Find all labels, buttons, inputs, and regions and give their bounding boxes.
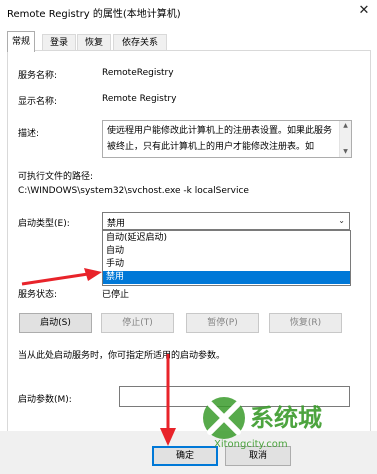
service-status-label: 服务状态:	[18, 290, 58, 300]
svg-text:系统城: 系统城	[250, 404, 322, 432]
description-scrollbar[interactable]: ▲ ▼	[339, 121, 351, 157]
exe-path-value: C:\WINDOWS\system32\svchost.exe -k local…	[18, 186, 249, 196]
resume-button[interactable]: 恢复(R)	[269, 313, 342, 333]
title-bar: Remote Registry 的属性(本地计算机) ✕	[0, 0, 377, 24]
tab-logon[interactable]: 登录	[42, 34, 76, 51]
start-params-hint: 当从此处启动服务时，你可指定所适用的启动参数。	[18, 351, 226, 361]
display-name-label: 显示名称:	[18, 97, 58, 107]
start-params-label: 启动参数(M):	[18, 395, 72, 405]
startup-type-label: 启动类型(E):	[18, 219, 70, 229]
description-box[interactable]: 使远程用户能修改此计算机上的注册表设置。如果此服务被终止，只有此计算机上的用户才…	[102, 120, 352, 158]
scroll-down-icon[interactable]: ▼	[340, 147, 351, 157]
startup-option-manual[interactable]: 手动	[103, 258, 350, 271]
tab-general[interactable]: 常规	[7, 31, 35, 52]
watermark-logo: 系统城 Xitongcity.com	[196, 394, 346, 450]
description-text: 使远程用户能修改此计算机上的注册表设置。如果此服务被终止，只有此计算机上的用户才…	[107, 126, 333, 152]
window-title: Remote Registry 的属性(本地计算机)	[7, 9, 181, 20]
startup-type-dropdown: 自动(延迟启动) 自动 手动 禁用	[102, 230, 351, 286]
pause-button[interactable]: 暂停(P)	[186, 313, 259, 333]
watermark-emblem: 系统城 Xitongcity.com	[203, 397, 322, 450]
description-label: 描述:	[18, 129, 40, 139]
tab-recovery[interactable]: 恢复	[77, 34, 111, 51]
start-button[interactable]: 启动(S)	[19, 313, 92, 333]
tab-dependencies[interactable]: 依存关系	[113, 34, 167, 51]
startup-option-auto-delayed[interactable]: 自动(延迟启动)	[103, 232, 350, 245]
exe-path-label: 可执行文件的路径:	[18, 172, 94, 182]
svg-text:Xitongcity.com: Xitongcity.com	[214, 439, 288, 450]
startup-type-select[interactable]: 禁用 ⌄	[102, 212, 350, 230]
display-name-value: Remote Registry	[102, 94, 177, 104]
startup-type-value: 禁用	[107, 219, 126, 229]
stop-button[interactable]: 停止(T)	[101, 313, 174, 333]
service-name-label: 服务名称:	[18, 71, 58, 81]
chevron-down-icon: ⌄	[338, 216, 345, 225]
scroll-up-icon[interactable]: ▲	[340, 121, 351, 131]
startup-option-auto[interactable]: 自动	[103, 245, 350, 258]
service-name-value: RemoteRegistry	[102, 68, 174, 78]
startup-option-disabled[interactable]: 禁用	[103, 271, 350, 284]
service-status-value: 已停止	[102, 290, 130, 300]
close-icon[interactable]: ✕	[352, 1, 376, 21]
